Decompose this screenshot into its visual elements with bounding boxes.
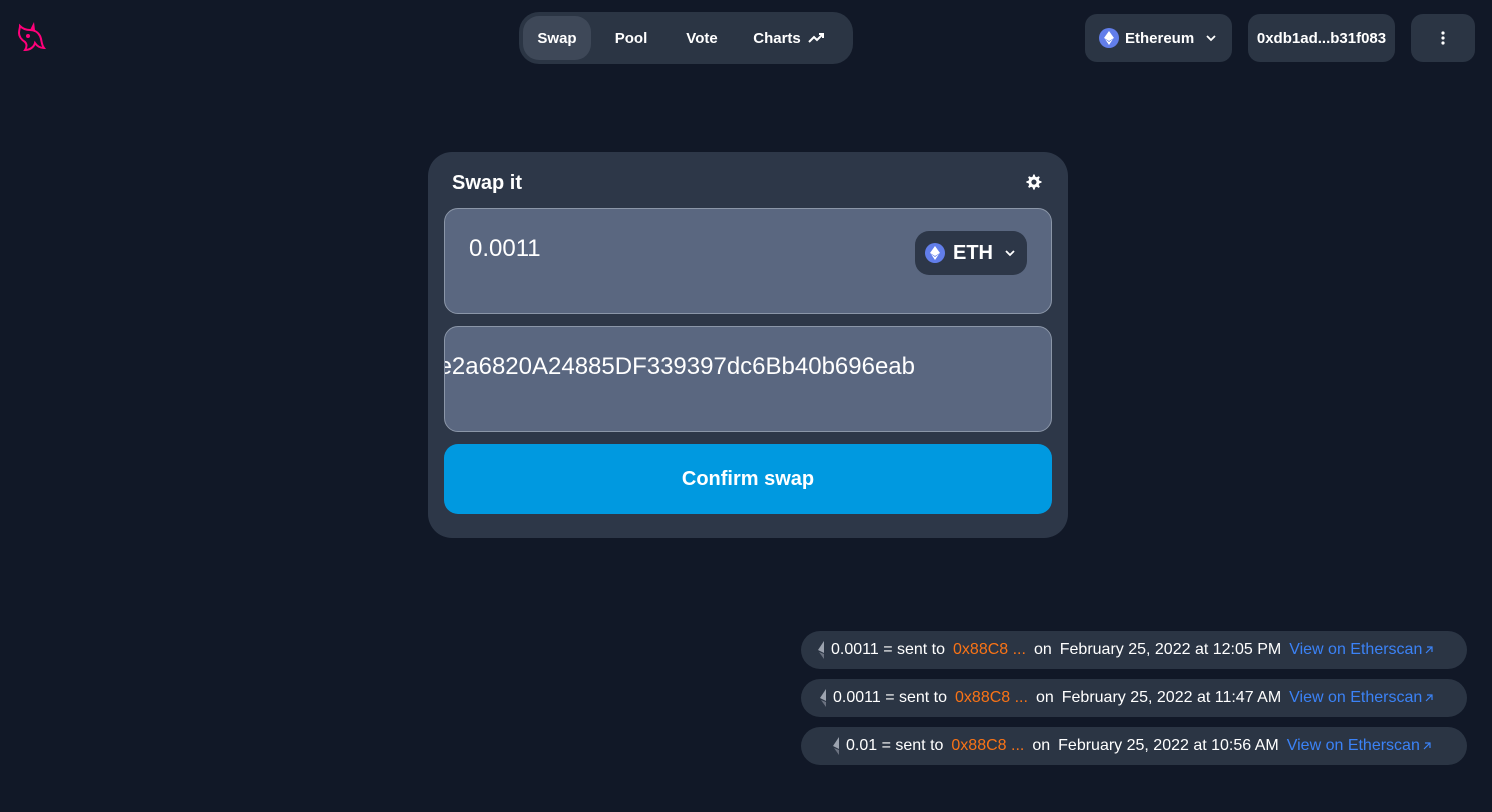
transaction-item: 0.0011 = sent to 0x88C8 ... on February … [801,679,1467,717]
more-vertical-icon [1441,31,1445,45]
transaction-recipient[interactable]: 0x88C8 ... [953,641,1026,659]
trending-up-icon [808,33,824,43]
nav-charts[interactable]: Charts [733,16,845,60]
transaction-recipient[interactable]: 0x88C8 ... [955,689,1028,707]
transaction-date: February 25, 2022 at 11:47 AM [1061,689,1282,706]
main-nav: Swap Pool Vote Charts [519,12,853,64]
wallet-address-button[interactable]: 0xdb1ad...b31f083 [1248,14,1395,62]
nav-charts-label: Charts [753,29,801,47]
nav-vote-label: Vote [686,29,718,47]
transaction-on: on [1032,737,1051,754]
transaction-amount: 0.01 = sent to [846,737,944,754]
app-root: Swap Pool Vote Charts Ethereum 0xdb1ad..… [0,0,1492,812]
transaction-on: on [1033,641,1052,658]
amount-field[interactable]: 0.0011 ETH [444,208,1052,314]
confirm-swap-button[interactable]: Confirm swap [444,444,1052,514]
transaction-recipient[interactable]: 0x88C8 ... [951,737,1024,755]
recipient-field[interactable]: 0x88C8A9e2a6820A24885DF339397dc6Bb40b696… [444,326,1052,432]
nav-swap[interactable]: Swap [523,16,591,60]
nav-swap-label: Swap [537,29,577,47]
ethereum-icon [1099,28,1119,48]
external-link-icon [1425,694,1433,702]
ethereum-icon [818,641,824,659]
transaction-on: on [1035,689,1054,706]
nav-pool-label: Pool [614,29,648,47]
etherscan-link[interactable]: View on Etherscan [1289,641,1434,659]
etherscan-link[interactable]: View on Etherscan [1289,689,1434,707]
transaction-amount: 0.0011 = sent to [831,641,946,658]
transaction-item: 0.01 = sent to 0x88C8 ... on February 25… [801,727,1467,765]
ethereum-icon [925,243,945,263]
etherscan-link[interactable]: View on Etherscan [1287,737,1432,755]
ethereum-icon [833,737,839,755]
nav-pool[interactable]: Pool [591,16,671,60]
etherscan-link-label: View on Etherscan [1286,737,1420,754]
transaction-date: February 25, 2022 at 12:05 PM [1059,641,1282,658]
transaction-item: 0.0011 = sent to 0x88C8 ... on February … [801,631,1467,669]
wallet-address-label: 0xdb1ad...b31f083 [1256,29,1387,47]
amount-input[interactable]: 0.0011 [469,235,541,263]
network-selector[interactable]: Ethereum [1085,14,1232,62]
gear-icon[interactable] [1025,173,1043,191]
token-label: ETH [953,241,993,264]
swap-card-title: Swap it [452,172,523,194]
etherscan-link-label: View on Etherscan [1289,641,1423,658]
etherscan-link-label: View on Etherscan [1289,689,1423,706]
chevron-down-icon [1206,35,1216,42]
network-label: Ethereum [1125,29,1195,47]
token-selector[interactable]: ETH [915,231,1027,275]
transaction-amount: 0.0011 = sent to [833,689,948,706]
more-menu-button[interactable] [1411,14,1475,62]
transaction-date: February 25, 2022 at 10:56 AM [1058,737,1279,754]
nav-vote[interactable]: Vote [671,16,733,60]
external-link-icon [1423,742,1431,750]
external-link-icon [1425,646,1433,654]
unicorn-logo-icon[interactable] [14,20,48,54]
swap-card: Swap it 0.0011 ETH 0x88C8A9e2a6820A24885… [428,152,1068,538]
chevron-down-icon [1005,250,1015,257]
confirm-swap-label: Confirm swap [681,467,815,490]
recipient-input[interactable]: 0x88C8A9e2a6820A24885DF339397dc6Bb40b696… [445,353,915,381]
ethereum-icon [820,689,826,707]
